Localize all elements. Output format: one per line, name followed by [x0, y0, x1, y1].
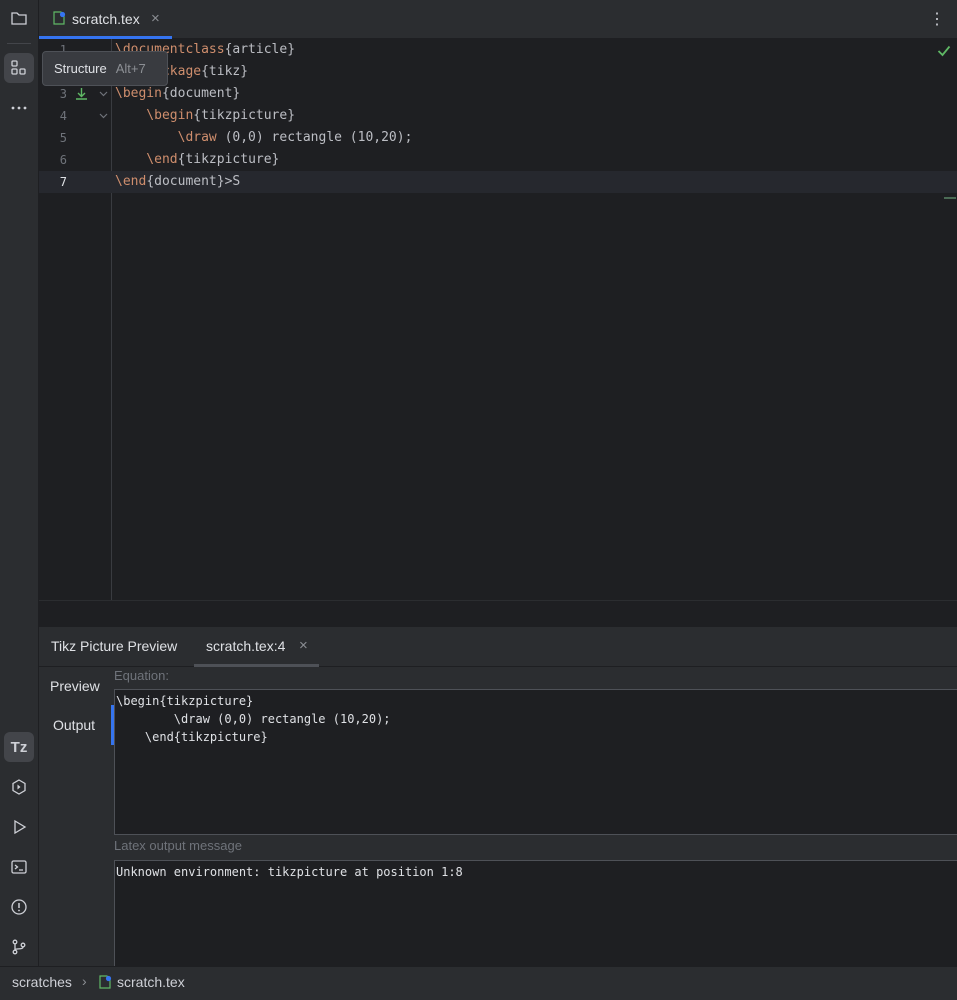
tab-label: scratch.tex	[72, 11, 140, 27]
line-number: 3	[59, 87, 67, 101]
tab-scratch-tex-4[interactable]: scratch.tex:4 ×	[194, 627, 319, 667]
code-text: {document}>S	[146, 174, 241, 189]
code-line: 3 \begin{document}	[39, 83, 957, 105]
equation-text-area[interactable]: \begin{tikzpicture} \draw (0,0) rectangl…	[114, 689, 957, 835]
code-keyword: \end	[115, 152, 178, 167]
breadcrumb-scratches[interactable]: scratches	[12, 974, 72, 990]
folder-icon	[11, 12, 27, 25]
structure-button[interactable]	[4, 53, 34, 83]
editor-tab-bar: scratch.tex × ⋮	[39, 0, 957, 39]
breadcrumb-file[interactable]: scratch.tex	[117, 974, 185, 990]
project-folder-button[interactable]	[4, 3, 34, 33]
code-line: 4 \begin{tikzpicture}	[39, 105, 957, 127]
run-button[interactable]	[4, 812, 34, 842]
tikz-tool-label: Tz	[10, 738, 28, 756]
more-icon	[11, 106, 27, 110]
tex-file-icon	[53, 11, 66, 25]
problems-button[interactable]	[4, 892, 34, 922]
code-line: 7 \end{document}>S	[39, 171, 957, 193]
fold-chevron-icon[interactable]	[99, 91, 108, 97]
tab-close-icon[interactable]: ×	[151, 10, 160, 27]
no-problems-check-icon[interactable]	[937, 45, 951, 57]
code-keyword: \end	[115, 174, 147, 189]
output-label: Latex output message	[114, 838, 242, 853]
code-text: (0,0) rectangle (10,20);	[216, 130, 413, 145]
git-button[interactable]	[4, 932, 34, 962]
tex-file-icon	[99, 975, 112, 989]
problems-icon	[11, 899, 27, 915]
more-tools-button[interactable]	[4, 93, 34, 123]
panel-tab-label: scratch.tex:4	[206, 638, 286, 654]
panel-title: Tikz Picture Preview	[51, 638, 178, 654]
code-keyword: \begin	[115, 108, 194, 123]
panel-tab-close-icon[interactable]: ×	[299, 637, 308, 654]
line-number: 4	[59, 109, 67, 123]
scroll-marker	[944, 197, 956, 199]
tab-scratch-tex[interactable]: scratch.tex ×	[39, 0, 172, 39]
code-line: 2 \usepackage{tikz}	[39, 61, 957, 83]
code-keyword: \begin	[115, 86, 162, 101]
left-toolbar: Tz	[0, 0, 39, 966]
code-text: {tikz}	[201, 64, 249, 79]
tooltip-title: Structure	[54, 61, 107, 76]
code-text: {article}	[224, 42, 296, 57]
breadcrumb-separator: ›	[82, 973, 87, 989]
code-text: {tikzpicture}	[177, 152, 280, 167]
terminal-icon	[11, 860, 27, 874]
code-keyword: \draw	[115, 130, 217, 145]
side-tab-preview[interactable]: Preview	[50, 678, 100, 694]
structure-icon	[11, 60, 26, 75]
side-tab-output[interactable]: Output	[53, 717, 95, 733]
services-button[interactable]	[4, 772, 34, 802]
tooltip-shortcut: Alt+7	[115, 61, 146, 76]
fold-chevron-icon[interactable]	[99, 113, 108, 119]
tikz-preview-button[interactable]: Tz	[4, 732, 34, 762]
panel-header: Tikz Picture Preview scratch.tex:4 ×	[39, 627, 957, 667]
line-number: 5	[59, 131, 67, 145]
code-line: 6 \end{tikzpicture}	[39, 149, 957, 171]
code-text: {tikzpicture}	[193, 108, 296, 123]
code-line: 5 \draw (0,0) rectangle (10,20);	[39, 127, 957, 149]
code-text: {document}	[161, 86, 241, 101]
code-editor[interactable]: 1 \documentclass{article} 2 \usepackage{…	[39, 39, 957, 600]
output-text-area[interactable]: Unknown environment: tikzpicture at posi…	[114, 860, 957, 970]
compile-gutter-icon[interactable]	[75, 87, 88, 101]
tikz-preview-panel: Tikz Picture Preview scratch.tex:4 × Pre…	[39, 626, 957, 970]
services-icon	[12, 779, 26, 795]
code-line: 1 \documentclass{article}	[39, 39, 957, 61]
status-bar: scratches › scratch.tex	[0, 966, 957, 1000]
terminal-button[interactable]	[4, 852, 34, 882]
equation-label: Equation:	[114, 668, 169, 683]
git-icon	[12, 939, 26, 955]
line-number: 7	[59, 175, 67, 189]
line-number: 6	[59, 153, 67, 167]
run-icon	[14, 819, 27, 835]
editor-menu-icon[interactable]: ⋮	[929, 9, 945, 29]
editor-horizontal-scrollbar[interactable]	[39, 600, 957, 627]
structure-tooltip: Structure Alt+7	[42, 51, 168, 86]
